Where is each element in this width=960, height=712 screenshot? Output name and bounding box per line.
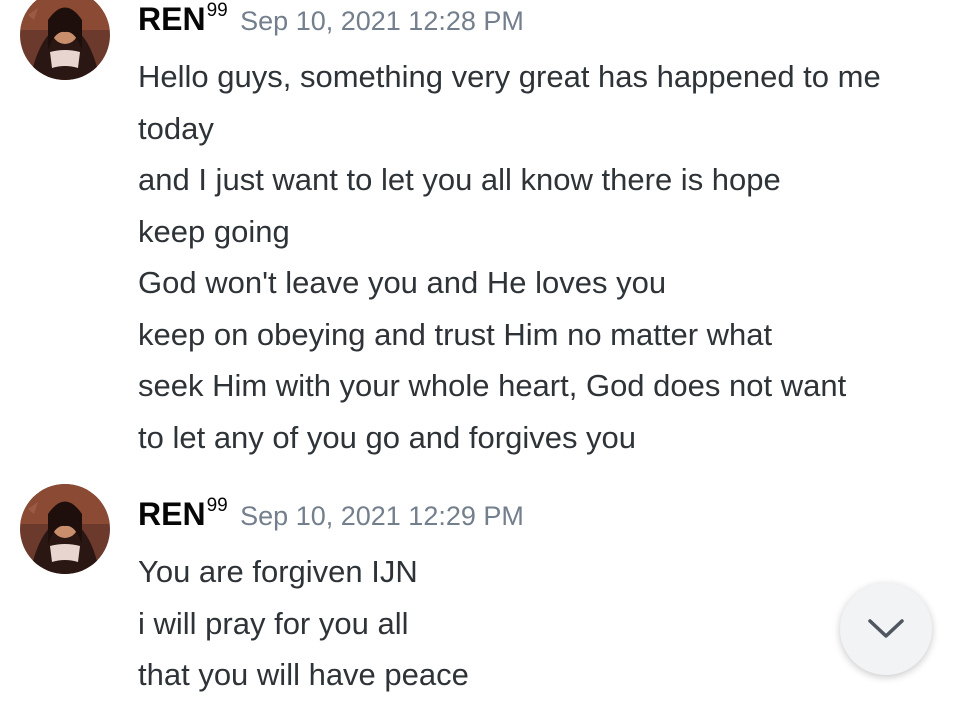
avatar-image bbox=[20, 0, 110, 80]
message-line: to let any of you go and forgives you bbox=[138, 419, 637, 455]
avatar-image bbox=[20, 484, 110, 574]
message-line: God won't leave you and He loves you bbox=[138, 265, 667, 300]
message-line: that you will have peace bbox=[138, 657, 469, 692]
message-line: Hello guys, something very great has hap… bbox=[138, 59, 881, 94]
username-superscript: 99 bbox=[206, 0, 228, 22]
message-line: i will pray for you all bbox=[138, 605, 409, 641]
chevron-down-icon bbox=[868, 619, 904, 638]
message-line: seek Him with your whole heart, God does… bbox=[138, 368, 847, 403]
message-line: keep on obeying and trust Him no matter … bbox=[138, 316, 773, 352]
message-header: REN99 Sep 10, 2021 12:29 PM bbox=[138, 495, 524, 533]
message-content: You are forgiven IJN i will pray for you… bbox=[138, 546, 469, 701]
timestamp: Sep 10, 2021 12:29 PM bbox=[240, 501, 524, 531]
timestamp: Sep 10, 2021 12:28 PM bbox=[240, 6, 524, 36]
message-line: You are forgiven IJN bbox=[138, 554, 418, 589]
message-line: keep going bbox=[138, 213, 290, 249]
username-text: REN bbox=[138, 1, 206, 37]
username[interactable]: REN99 bbox=[138, 0, 228, 37]
username[interactable]: REN99 bbox=[138, 495, 228, 532]
message-line: and I just want to let you all know ther… bbox=[138, 162, 781, 197]
message-content: Hello guys, something very great has hap… bbox=[138, 51, 881, 463]
username-text: REN bbox=[138, 496, 206, 532]
avatar[interactable] bbox=[20, 484, 110, 574]
message-group: REN99 Sep 10, 2021 12:28 PM Hello guys, … bbox=[0, 0, 960, 470]
message-group: REN99 Sep 10, 2021 12:29 PM You are forg… bbox=[0, 480, 960, 712]
message-header: REN99 Sep 10, 2021 12:28 PM bbox=[138, 0, 524, 38]
username-superscript: 99 bbox=[206, 495, 228, 517]
scroll-to-bottom-button[interactable] bbox=[840, 583, 932, 675]
avatar[interactable] bbox=[20, 0, 110, 80]
message-line: today bbox=[138, 110, 214, 146]
